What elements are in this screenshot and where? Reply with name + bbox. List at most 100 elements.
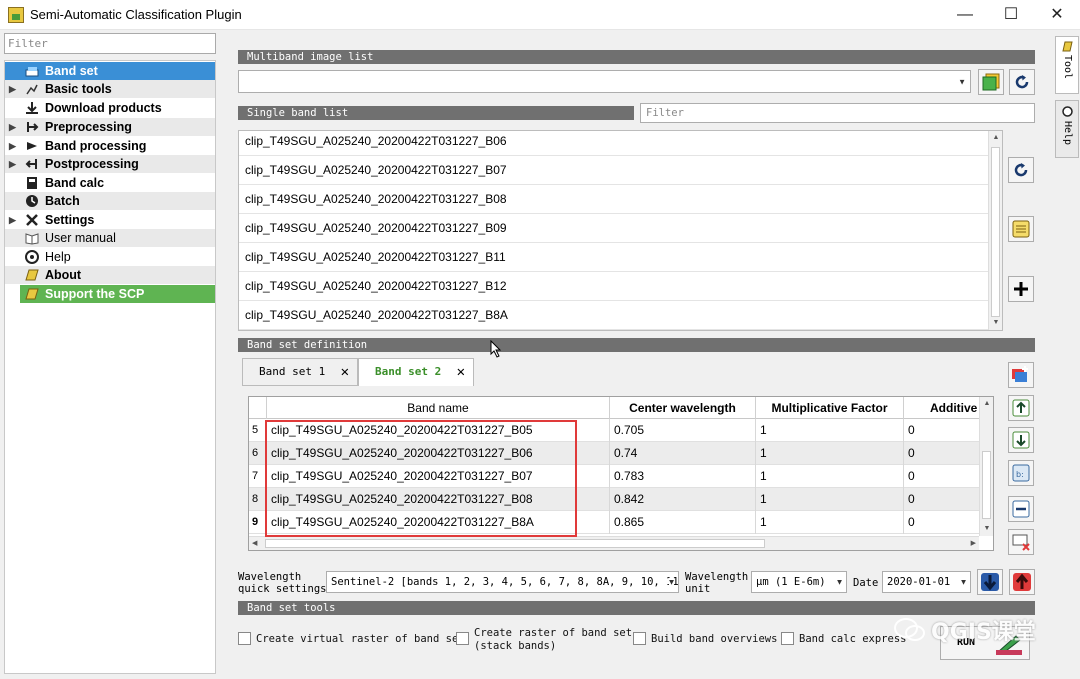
cell-additive[interactable]: 0	[904, 442, 979, 465]
cell-mult-factor[interactable]: 1	[756, 442, 904, 465]
move-up-button[interactable]	[1008, 395, 1034, 421]
export-wavelength-button[interactable]	[1009, 569, 1035, 595]
tree-item-label: Basic tools	[45, 82, 112, 96]
cell-wavelength[interactable]: 0.865	[610, 511, 756, 534]
cell-additive[interactable]: 0	[904, 488, 979, 511]
scroll-left-icon[interactable]: ◀	[252, 537, 257, 550]
list-item[interactable]: clip_T49SGU_A025240_20200422T031227_B8A	[239, 301, 989, 330]
tree-item-about[interactable]: About	[5, 266, 215, 284]
add-band-set-button[interactable]	[1008, 362, 1034, 388]
expand-arrow-icon[interactable]: ▶	[9, 211, 16, 229]
maximize-button[interactable]: ☐	[988, 0, 1034, 30]
remove-band-button[interactable]	[1008, 496, 1034, 522]
tree-item-label: Help	[45, 250, 71, 264]
cell-additive[interactable]: 0	[904, 511, 979, 534]
cell-wavelength[interactable]: 0.842	[610, 488, 756, 511]
scroll-thumb[interactable]	[982, 451, 991, 519]
list-item[interactable]: clip_T49SGU_A025240_20200422T031227_B07	[239, 156, 989, 185]
list-item[interactable]: clip_T49SGU_A025240_20200422T031227_B09	[239, 214, 989, 243]
scroll-up-icon[interactable]: ▲	[989, 131, 1002, 145]
add-multiband-button[interactable]	[978, 69, 1004, 95]
column-band-name[interactable]: Band name	[267, 397, 610, 419]
cell-wavelength[interactable]: 0.783	[610, 465, 756, 488]
wavelength-quick-select[interactable]: Sentinel-2 [bands 1, 2, 3, 4, 5, 6, 7, 8…	[326, 571, 679, 593]
scroll-right-icon[interactable]: ▶	[971, 537, 976, 550]
tree-item-band-set[interactable]: Band set	[5, 62, 215, 80]
tab-tool-label: Tool	[1062, 55, 1073, 80]
refresh-multiband-button[interactable]	[1009, 69, 1035, 95]
band-calc-expression-checkbox[interactable]	[781, 632, 794, 645]
refresh-band-list-button[interactable]	[1008, 157, 1034, 183]
cell-mult-factor[interactable]: 1	[756, 488, 904, 511]
build-overviews-label: Build band overviews	[651, 633, 778, 645]
list-item[interactable]: clip_T49SGU_A025240_20200422T031227_B06	[239, 131, 989, 156]
tree-item-basic-tools[interactable]: ▶ Basic tools	[5, 80, 215, 98]
import-wavelength-button[interactable]	[977, 569, 1003, 595]
tree-item-help[interactable]: Help	[5, 248, 215, 266]
chevron-down-icon: ▼	[961, 577, 966, 587]
cell-wavelength[interactable]: 0.705	[610, 419, 756, 442]
scroll-thumb[interactable]	[265, 539, 765, 548]
list-item[interactable]: clip_T49SGU_A025240_20200422T031227_B11	[239, 243, 989, 272]
tab-band-set-2[interactable]: Band set 2 ✕	[358, 358, 474, 386]
expand-arrow-icon[interactable]: ▶	[9, 118, 16, 136]
tree-item-preprocessing[interactable]: ▶ Preprocessing	[5, 118, 215, 136]
stack-raster-checkbox[interactable]	[456, 632, 469, 645]
band-set-tabs: Band set 1 ✕ Band set 2 ✕	[238, 358, 998, 386]
scroll-down-icon[interactable]: ▼	[980, 522, 993, 536]
list-item[interactable]: clip_T49SGU_A025240_20200422T031227_B08	[239, 185, 989, 214]
close-icon[interactable]: ✕	[457, 359, 465, 385]
close-icon[interactable]: ✕	[341, 359, 349, 385]
tab-tool[interactable]: Tool	[1055, 36, 1079, 94]
chevron-down-icon: ▼	[958, 77, 966, 86]
tree-item-postprocessing[interactable]: ▶ Postprocessing	[5, 155, 215, 173]
cell-additive[interactable]: 0	[904, 419, 979, 442]
close-button[interactable]: ✕	[1034, 0, 1080, 30]
tree-item-settings[interactable]: ▶ Settings	[5, 211, 215, 229]
tree-item-download-products[interactable]: Download products	[5, 99, 215, 117]
scroll-up-icon[interactable]: ▲	[980, 397, 993, 411]
clear-table-button[interactable]	[1008, 529, 1034, 555]
import-arrow-icon	[981, 573, 999, 591]
cell-wavelength[interactable]: 0.74	[610, 442, 756, 465]
tab-band-set-1[interactable]: Band set 1 ✕	[242, 358, 358, 386]
left-filter-input[interactable]: Filter	[4, 33, 216, 54]
date-value: 2020-01-01	[887, 576, 951, 588]
add-band-set-icon	[1012, 366, 1028, 382]
scroll-down-icon[interactable]: ▼	[989, 316, 1002, 330]
expand-arrow-icon[interactable]: ▶	[9, 155, 16, 173]
settings-icon	[25, 213, 39, 227]
cell-additive[interactable]: 0	[904, 465, 979, 488]
tab-help[interactable]: Help	[1055, 100, 1079, 158]
table-vertical-scrollbar[interactable]: ▲ ▼	[979, 397, 993, 536]
build-overviews-checkbox[interactable]	[633, 632, 646, 645]
cell-mult-factor[interactable]: 1	[756, 465, 904, 488]
minimize-button[interactable]: —	[942, 0, 988, 30]
band-list-scrollbar[interactable]: ▲ ▼	[988, 131, 1002, 330]
tree-item-band-calc[interactable]: Band calc	[5, 174, 215, 192]
tree-item-support-scp[interactable]: Support the SCP	[20, 285, 215, 303]
tree-item-band-processing[interactable]: ▶ Band processing	[5, 137, 215, 155]
wavelength-quick-value: Sentinel-2 [bands 1, 2, 3, 4, 5, 6, 7, 8…	[331, 576, 679, 588]
add-band-button[interactable]	[1008, 276, 1034, 302]
scroll-thumb[interactable]	[991, 147, 1000, 317]
single-band-filter-input[interactable]: Filter	[640, 103, 1035, 123]
expand-arrow-icon[interactable]: ▶	[9, 137, 16, 155]
column-center-wavelength[interactable]: Center wavelength	[610, 397, 756, 419]
table-horizontal-scrollbar[interactable]: ◀ ▶	[249, 536, 979, 550]
select-all-bands-button[interactable]	[1008, 216, 1034, 242]
cell-mult-factor[interactable]: 1	[756, 419, 904, 442]
move-down-button[interactable]	[1008, 427, 1034, 453]
wavelength-unit-select[interactable]: μm (1 E-6m) ▼	[751, 571, 847, 593]
tree-item-batch[interactable]: Batch	[5, 192, 215, 210]
sort-bands-button[interactable]: b:	[1008, 460, 1034, 486]
refresh-icon	[1015, 75, 1029, 89]
date-input[interactable]: 2020-01-01 ▼	[882, 571, 971, 593]
tree-item-user-manual[interactable]: User manual	[5, 229, 215, 247]
multiband-combo[interactable]: ▼	[238, 70, 971, 93]
expand-arrow-icon[interactable]: ▶	[9, 80, 16, 98]
list-item[interactable]: clip_T49SGU_A025240_20200422T031227_B12	[239, 272, 989, 301]
cell-mult-factor[interactable]: 1	[756, 511, 904, 534]
virtual-raster-checkbox[interactable]	[238, 632, 251, 645]
column-multiplicative-factor[interactable]: Multiplicative Factor	[756, 397, 904, 419]
